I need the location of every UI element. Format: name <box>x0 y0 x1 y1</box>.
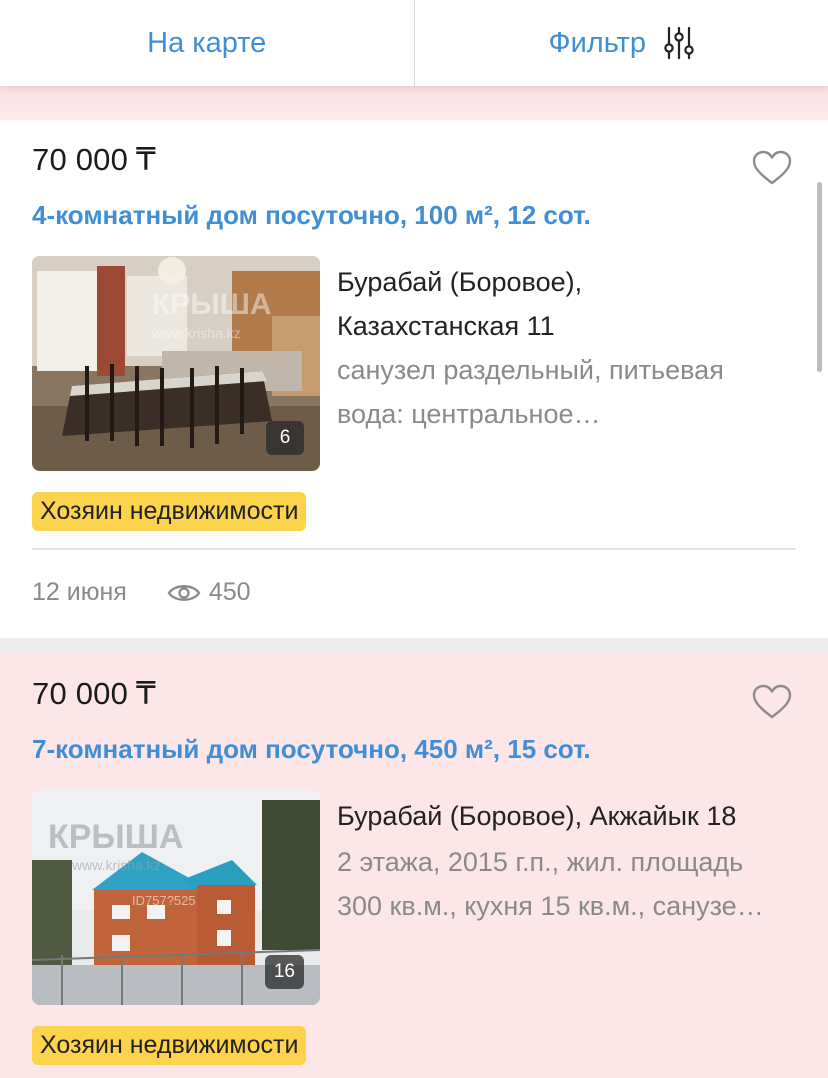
description-line: вода: центральное… <box>337 399 601 429</box>
listing-description: 2 этажа, 2015 г.п., жил. площадь 300 кв.… <box>337 840 797 928</box>
listing-price: 70 000 ₸ <box>32 676 156 712</box>
svg-text:ID757?525: ID757?525 <box>132 893 196 908</box>
listing-title[interactable]: 4-комнатный дом посуточно, 100 м², 12 со… <box>32 200 802 231</box>
heart-outline-icon[interactable] <box>752 684 792 720</box>
svg-text:КРЫША: КРЫША <box>48 818 183 856</box>
listing-address: Бурабай (Боровое), Акжайык 18 <box>337 794 797 838</box>
listing-meta: 12 июня 450 <box>32 578 251 607</box>
view-count: 450 <box>208 578 251 606</box>
listing-photo[interactable]: КРЫША www.krisha.kz 6 <box>32 256 320 471</box>
photo-count: 16 <box>264 955 304 989</box>
sliders-filter-icon <box>664 26 694 60</box>
photo-count: 6 <box>266 421 304 455</box>
listing-photo[interactable]: КРЫША www.krisha.kz ID757?525 16 <box>32 790 320 1005</box>
address-line: Казахстанская 11 <box>337 311 555 341</box>
eye-icon <box>167 584 201 601</box>
card-divider <box>32 548 796 550</box>
price-value: 70 000 <box>32 676 129 711</box>
description-line: 2 этажа, 2015 г.п., жил. площадь <box>337 847 744 877</box>
description-line: санузел раздельный, питьевая <box>337 355 724 385</box>
owner-badge: Хозяин недвижимости <box>32 492 307 531</box>
currency-symbol: ₸ <box>136 676 156 711</box>
heart-outline-icon[interactable] <box>752 150 792 186</box>
description-line: 300 кв.м., кухня 15 кв.м., санузе… <box>337 891 764 921</box>
listing-card[interactable]: 70 000 ₸ 4-комнатный дом посуточно, 100 м… <box>0 120 828 638</box>
listing-title[interactable]: 7-комнатный дом посуточно, 450 м², 15 со… <box>32 734 802 765</box>
map-view-label: На карте <box>147 26 267 59</box>
currency-symbol: ₸ <box>136 142 156 177</box>
scrollbar[interactable] <box>817 182 822 372</box>
previous-listing-edge <box>0 86 828 120</box>
listing-address: Бурабай (Боровое), Казахстанская 11 <box>337 260 797 348</box>
address-line: Бурабай (Боровое), Акжайык 18 <box>337 801 737 831</box>
listing-date: 12 июня <box>32 578 127 606</box>
owner-badge: Хозяин недвижимости <box>32 1026 307 1065</box>
filter-label: Фильтр <box>548 26 646 59</box>
address-line: Бурабай (Боровое), <box>337 267 583 297</box>
svg-text:КРЫША: КРЫША <box>152 288 272 321</box>
svg-text:www.krisha.kz: www.krisha.kz <box>151 325 241 341</box>
listing-price: 70 000 ₸ <box>32 142 156 178</box>
price-value: 70 000 <box>32 142 129 177</box>
svg-text:www.krisha.kz: www.krisha.kz <box>71 857 161 873</box>
filter-button[interactable]: Фильтр <box>415 0 828 86</box>
top-bar: На карте Фильтр <box>0 0 828 86</box>
map-view-button[interactable]: На карте <box>0 0 414 86</box>
listing-card[interactable]: 70 000 ₸ 7-комнатный дом посуточно, 450 м… <box>0 654 828 1078</box>
listing-description: санузел раздельный, питьевая вода: центр… <box>337 348 797 436</box>
